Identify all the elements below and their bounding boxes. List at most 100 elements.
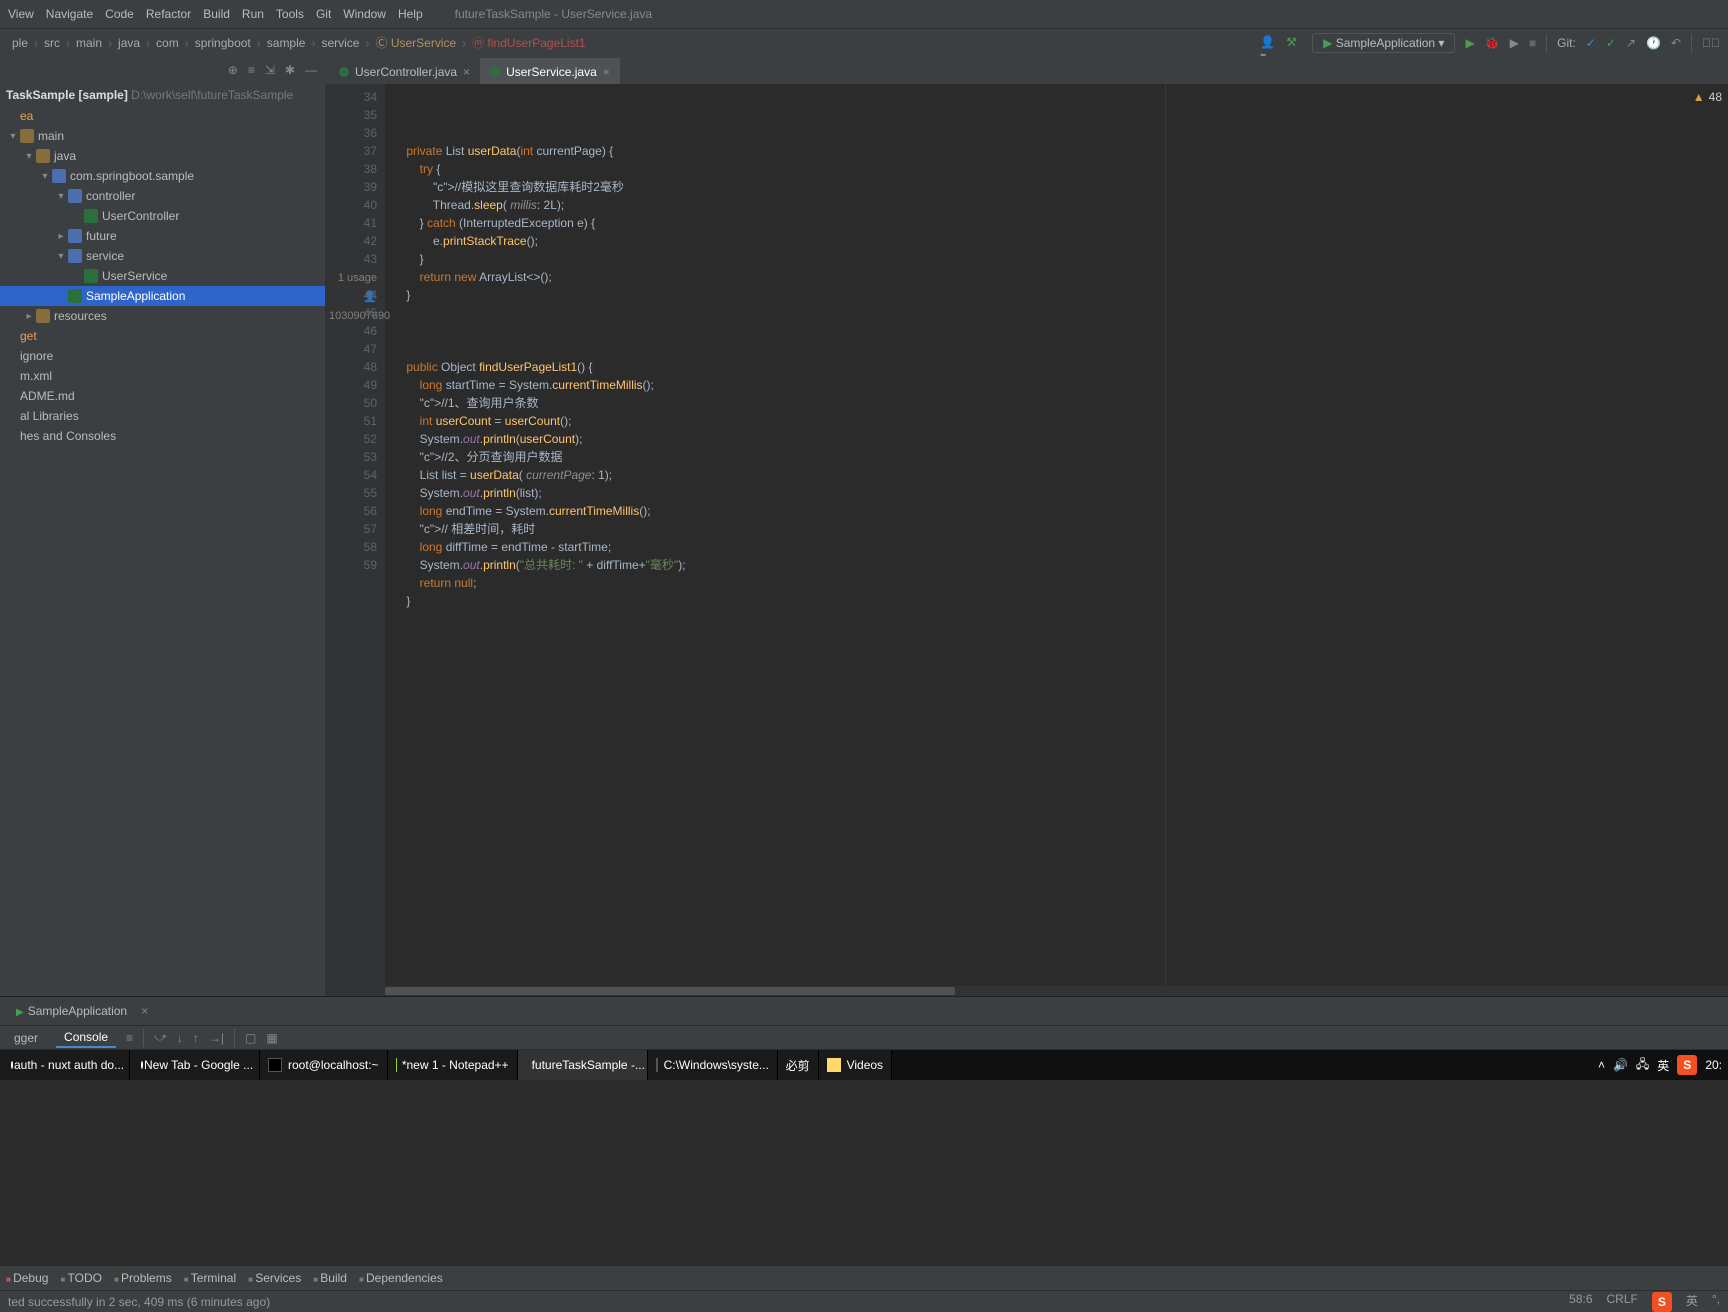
menu-help[interactable]: Help: [398, 7, 423, 21]
menu-refactor[interactable]: Refactor: [146, 7, 191, 21]
taskbar-task[interactable]: root@localhost:~: [260, 1050, 388, 1080]
ime-indicator[interactable]: S: [1652, 1292, 1672, 1312]
taskbar-task[interactable]: auth - nuxt auth do...: [0, 1050, 130, 1080]
tree-row[interactable]: ▾service: [0, 246, 325, 266]
tree-row[interactable]: ▾java: [0, 146, 325, 166]
tree-row[interactable]: hes and Consoles: [0, 426, 325, 446]
tree-row[interactable]: UserController: [0, 206, 325, 226]
horizontal-scrollbar[interactable]: [385, 986, 1728, 996]
tree-row[interactable]: m.xml: [0, 366, 325, 386]
taskbar-task[interactable]: futureTaskSample -...: [518, 1050, 648, 1080]
collapse-icon[interactable]: ≡: [248, 63, 255, 77]
tray-network-icon[interactable]: 🖧: [1636, 1055, 1649, 1076]
tool-services[interactable]: Services: [248, 1271, 301, 1285]
crumb[interactable]: ⓜ findUserPageList1: [468, 34, 589, 51]
user-icon[interactable]: 👤▾: [1260, 35, 1276, 51]
inspection-badge[interactable]: ▲48: [1693, 90, 1722, 104]
crumb[interactable]: src: [40, 36, 64, 50]
tree-row[interactable]: al Libraries: [0, 406, 325, 426]
console-subtab[interactable]: Console: [56, 1028, 116, 1048]
tree-row[interactable]: ea: [0, 106, 325, 126]
hammer-icon[interactable]: ⚒: [1286, 35, 1302, 51]
hide-icon[interactable]: —: [305, 63, 317, 77]
menu-run[interactable]: Run: [242, 7, 264, 21]
code-editor[interactable]: private List userData(int currentPage) {…: [385, 84, 1728, 996]
search-icon[interactable]: �⃝: [1702, 36, 1720, 50]
tree-row[interactable]: ▾controller: [0, 186, 325, 206]
expand-icon[interactable]: ⇲: [265, 63, 275, 77]
taskbar-task[interactable]: 必剪: [778, 1050, 819, 1080]
tool-build[interactable]: Build: [313, 1271, 347, 1285]
tree-row[interactable]: ADME.md: [0, 386, 325, 406]
git-update-icon[interactable]: ✓: [1586, 36, 1596, 50]
line-ending[interactable]: CRLF: [1607, 1292, 1638, 1312]
crumb[interactable]: ple: [8, 36, 32, 50]
tree-row[interactable]: get: [0, 326, 325, 346]
ime-punct[interactable]: °,: [1712, 1292, 1720, 1312]
step-over-icon[interactable]: ⤻: [154, 1030, 167, 1045]
settings-icon[interactable]: ✱: [285, 63, 295, 77]
menu-build[interactable]: Build: [203, 7, 230, 21]
console-output[interactable]: [0, 1049, 1728, 1266]
tree-row[interactable]: ignore: [0, 346, 325, 366]
menu-code[interactable]: Code: [105, 7, 134, 21]
line-gutter[interactable]: 343536373839404142431 usage 👤 1030907690…: [325, 84, 385, 996]
menu-window[interactable]: Window: [343, 7, 386, 21]
tree-row[interactable]: ▾main: [0, 126, 325, 146]
close-icon[interactable]: ×: [141, 1004, 148, 1018]
tree-row[interactable]: UserService: [0, 266, 325, 286]
step-into-icon[interactable]: ↓: [177, 1031, 183, 1045]
crumb[interactable]: main: [72, 36, 106, 50]
tray-ime[interactable]: 英: [1657, 1057, 1669, 1074]
close-icon[interactable]: ×: [463, 65, 470, 79]
step-out-icon[interactable]: ↑: [193, 1031, 199, 1045]
git-commit-icon[interactable]: ✓: [1606, 36, 1616, 50]
tray-sogou-icon[interactable]: S: [1677, 1055, 1697, 1075]
project-tree[interactable]: ea▾main▾java▾com.springboot.sample▾contr…: [0, 106, 325, 996]
taskbar-task[interactable]: Videos: [819, 1050, 892, 1080]
menu-tools[interactable]: Tools: [276, 7, 304, 21]
tool-problems[interactable]: Problems: [114, 1271, 172, 1285]
tray-volume-icon[interactable]: 🔊: [1613, 1058, 1628, 1072]
tree-row[interactable]: ▾com.springboot.sample: [0, 166, 325, 186]
crumb[interactable]: springboot: [191, 36, 255, 50]
git-history-icon[interactable]: 🕐: [1646, 36, 1661, 50]
run-button[interactable]: ▶: [1465, 36, 1474, 50]
target-icon[interactable]: ⊕: [228, 63, 238, 77]
menu-navigate[interactable]: Navigate: [46, 7, 93, 21]
tray-chevron-icon[interactable]: ˄: [1598, 1058, 1605, 1072]
taskbar-task[interactable]: C:\Windows\syste...: [648, 1050, 778, 1080]
layout-icon[interactable]: ▦: [266, 1031, 277, 1045]
debugger-subtab[interactable]: gger: [6, 1029, 46, 1047]
project-root[interactable]: TaskSample [sample] D:\work\self\futureT…: [0, 84, 325, 106]
tab-userservice[interactable]: UserService.java×: [480, 58, 620, 84]
caret-position[interactable]: 58:6: [1569, 1292, 1592, 1312]
crumb[interactable]: java: [114, 36, 144, 50]
git-push-icon[interactable]: ↗: [1626, 36, 1636, 50]
crumb[interactable]: Ⓒ UserService: [371, 34, 460, 51]
run-to-cursor-icon[interactable]: →|: [209, 1031, 224, 1045]
toolbar-icon[interactable]: ≡: [126, 1031, 133, 1045]
coverage-button[interactable]: ▶: [1510, 36, 1519, 50]
evaluate-icon[interactable]: ▢: [245, 1031, 256, 1045]
taskbar-task[interactable]: *new 1 - Notepad++: [388, 1050, 518, 1080]
crumb[interactable]: service: [317, 36, 363, 50]
git-rollback-icon[interactable]: ↶: [1671, 36, 1681, 50]
ime-lang[interactable]: 英: [1686, 1292, 1698, 1312]
taskbar-task[interactable]: New Tab - Google ...: [130, 1050, 260, 1080]
menu-git[interactable]: Git: [316, 7, 331, 21]
tool-dependencies[interactable]: Dependencies: [359, 1271, 443, 1285]
debug-session-tab[interactable]: SampleApplication: [6, 1000, 137, 1022]
tree-row[interactable]: ▸resources: [0, 306, 325, 326]
tool-todo[interactable]: TODO: [60, 1271, 102, 1285]
tool-debug[interactable]: Debug: [6, 1271, 48, 1285]
close-icon[interactable]: ×: [603, 65, 610, 79]
menu-view[interactable]: View: [8, 7, 34, 21]
tree-row[interactable]: ▸future: [0, 226, 325, 246]
run-config-select[interactable]: ▶ SampleApplication ▾: [1312, 33, 1455, 53]
stop-button[interactable]: ■: [1529, 36, 1536, 50]
tab-usercontroller[interactable]: UserController.java×: [329, 58, 480, 84]
tree-row[interactable]: SampleApplication: [0, 286, 325, 306]
system-tray[interactable]: ˄ 🔊 🖧 英 S 20:: [1598, 1055, 1728, 1076]
crumb[interactable]: sample: [263, 36, 310, 50]
